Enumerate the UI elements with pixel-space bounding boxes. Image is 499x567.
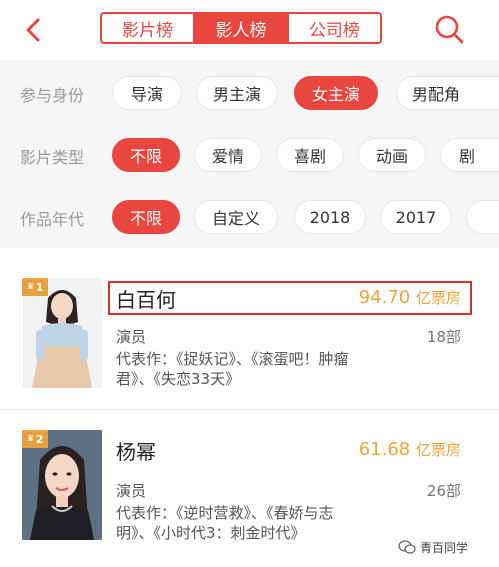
avatar: ♛ 2 [22,430,102,540]
watermark-text: 青百同学 [420,540,469,555]
chip-year-any[interactable]: 不限 [112,200,180,234]
chip-female-lead[interactable]: 女主演 [294,76,378,110]
chip-male-lead[interactable]: 男主演 [196,76,278,110]
chip-year-custom[interactable]: 自定义 [194,200,278,234]
search-icon[interactable] [433,13,465,45]
crown-icon: ♛ [26,282,35,292]
back-arrow-icon[interactable] [20,16,48,44]
box-office: 61.68 亿票房 [358,439,461,460]
role-label: 演员 [116,482,147,500]
filter-label-year: 作品年代 [20,210,85,229]
chip-genre-any[interactable]: 不限 [112,138,180,172]
person-name[interactable]: 杨幂 [116,436,156,465]
avatar: ♛ 1 [22,278,102,388]
chip-genre-more[interactable]: 剧 [440,138,499,172]
chip-supporting-actor[interactable]: 男配角 [396,76,499,110]
chip-romance[interactable]: 爱情 [194,138,262,172]
chip-year-2017[interactable]: 2017 [380,200,452,234]
divider [0,409,499,410]
filter-label-identity: 参与身份 [20,86,85,105]
film-count: 18部 [426,328,461,346]
crown-icon: ♛ [26,434,35,444]
chip-year-2018[interactable]: 2018 [294,200,366,234]
rank-badge: ♛ 2 [22,430,48,448]
watermark: 青百同学 [398,537,498,557]
ranking-tabs: 影片榜 影人榜 公司榜 [100,12,382,44]
highlight-annotation-box [108,281,472,315]
filter-panel: 参与身份 导演 男主演 女主演 男配角 影片类型 不限 爱情 喜剧 动画 剧 作… [0,60,499,248]
chip-director[interactable]: 导演 [112,76,182,110]
filter-row-year: 作品年代 不限 自定义 2018 2017 [0,186,499,248]
tab-company-ranking[interactable]: 公司榜 [289,14,380,42]
chip-animation[interactable]: 动画 [358,138,426,172]
rank-badge: ♛ 1 [22,278,48,296]
chip-year-more[interactable] [466,200,499,234]
film-count: 26部 [426,482,461,500]
filter-label-genre: 影片类型 [20,148,85,167]
chip-comedy[interactable]: 喜剧 [276,138,344,172]
top-bar: 影片榜 影人榜 公司榜 [0,0,499,60]
tab-movie-ranking[interactable]: 影片榜 [102,14,196,42]
representative-works: 代表作：《捉妖记》、《滚蛋吧！肿瘤 君》、《失恋33天》 [116,350,349,388]
chat-bubble-icon [398,540,416,554]
filter-row-genre: 影片类型 不限 爱情 喜剧 动画 剧 [0,124,499,186]
role-label: 演员 [116,328,147,346]
representative-works: 代表作：《逆时营救》、《春娇与志 明》、《小时代3：刺金时代》 [116,504,334,542]
tab-people-ranking[interactable]: 影人榜 [195,14,289,42]
filter-row-identity: 参与身份 导演 男主演 女主演 男配角 [0,62,499,124]
